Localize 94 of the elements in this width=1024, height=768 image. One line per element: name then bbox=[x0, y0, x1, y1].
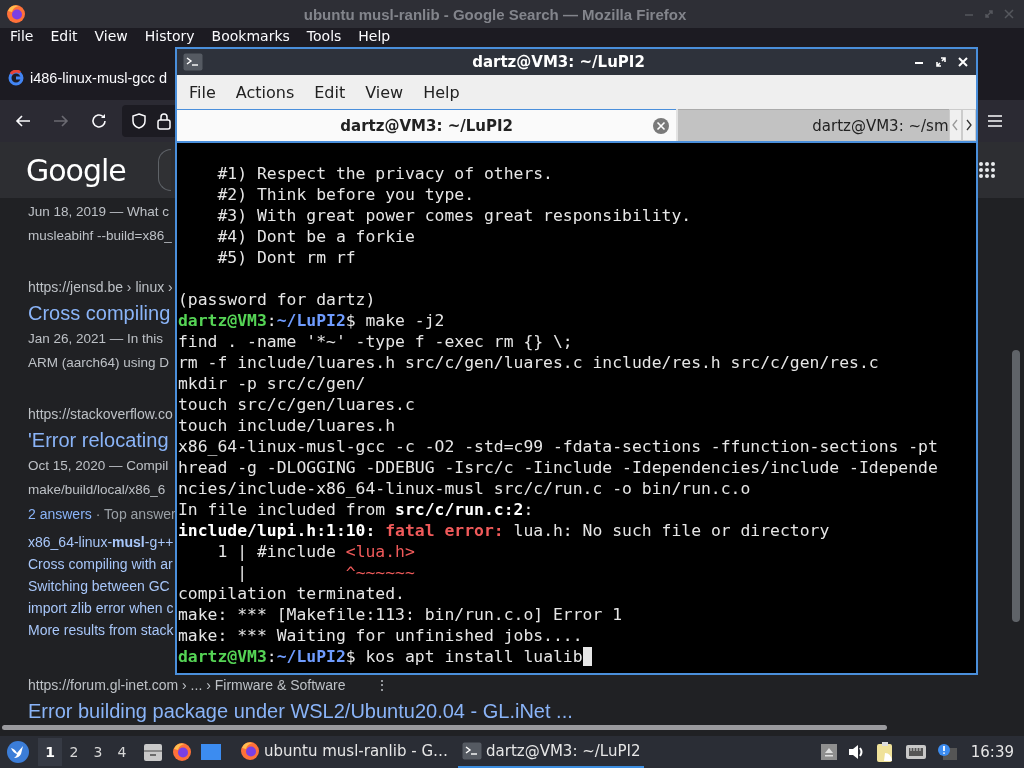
terminal-line: #4) Dont be a forkie bbox=[216, 226, 416, 247]
menu-item[interactable]: Help bbox=[352, 28, 397, 45]
terminal-line: include/lupi.h:1:10: fatal error: lua.h: No such file or directory bbox=[178, 520, 831, 541]
workspace-button[interactable]: 1 bbox=[38, 738, 62, 766]
terminal-line: #2) Think before you type. bbox=[216, 184, 476, 205]
browser-tab[interactable]: i486-linux-musl-gcc d bbox=[0, 59, 175, 96]
notification-icon[interactable] bbox=[936, 743, 957, 761]
result-sublink[interactable]: Cross compiling with ar bbox=[28, 553, 173, 575]
result-title[interactable]: 'Error relocating bbox=[28, 426, 169, 454]
menu-item[interactable]: Actions bbox=[227, 82, 303, 102]
terminal-icon bbox=[183, 53, 203, 71]
start-button[interactable] bbox=[6, 740, 30, 764]
result-sublink[interactable]: import zlib error when c bbox=[28, 597, 174, 619]
horizontal-scrollbar[interactable] bbox=[2, 725, 887, 730]
result-meta: · Top answer bbox=[95, 505, 176, 524]
terminal-line: 1 | #include <lua.h> bbox=[216, 541, 416, 562]
close-tab-icon[interactable] bbox=[652, 117, 671, 135]
taskbar-task[interactable]: dartz@VM3: ~/LuPI2 bbox=[458, 736, 645, 768]
result-snippet: musleabihf --build=x86_ bbox=[28, 227, 172, 245]
search-field[interactable] bbox=[158, 149, 171, 191]
network-icon[interactable] bbox=[904, 743, 927, 761]
terminal-line: ncies/include-x86_64-linux-musl src/c/run.c -o bin/run.c.o bbox=[178, 478, 752, 499]
result-sublink[interactable]: Switching between GC bbox=[28, 575, 170, 597]
firefox-icon[interactable] bbox=[172, 742, 192, 762]
result-snippet: Jan 26, 2021 — In this bbox=[28, 330, 164, 348]
terminal-line: mkdir -p src/c/gen/ bbox=[178, 373, 367, 394]
terminal-line: #3) With great power comes great responsibility. bbox=[216, 205, 693, 226]
volume-icon[interactable] bbox=[846, 743, 865, 761]
terminal-line: compilation terminated. bbox=[178, 583, 406, 604]
result-title[interactable]: Error building package under WSL2/Ubuntu20.04 - GL.iNet ... bbox=[28, 697, 573, 725]
menu-item[interactable]: File bbox=[181, 82, 224, 102]
terminal-icon bbox=[462, 742, 482, 760]
terminal-line: dartz@VM3:~/LuPI2$ kos apt install lualib bbox=[178, 646, 976, 667]
result-snippet: Jun 18, 2019 — What c bbox=[28, 203, 170, 221]
terminal-line: | ^~~~~~~ bbox=[236, 562, 416, 583]
terminal-line: touch include/luares.h bbox=[178, 415, 397, 436]
result-url: https://forum.gl-inet.com › ... › Firmware & Software bbox=[28, 676, 346, 695]
shield-icon[interactable] bbox=[130, 112, 148, 130]
vertical-scrollbar[interactable] bbox=[1012, 350, 1020, 622]
result-snippet: Oct 15, 2020 — Compil bbox=[28, 457, 169, 475]
result-snippet: ARM (aarch64) using D bbox=[28, 354, 170, 372]
menu-item[interactable]: View bbox=[88, 28, 134, 45]
terminal-line: (password for dartz) bbox=[178, 289, 377, 310]
more-button[interactable]: ⋮ bbox=[375, 673, 390, 697]
firefox-icon bbox=[6, 4, 26, 24]
site-icon bbox=[8, 69, 24, 86]
terminal-tab[interactable]: dartz@VM3: ~/sm bbox=[678, 109, 949, 141]
terminal-line: #1) Respect the privacy of others. bbox=[216, 163, 554, 184]
window-icon[interactable] bbox=[200, 742, 222, 762]
workspace-button[interactable]: 3 bbox=[86, 738, 110, 766]
taskbar-task[interactable]: ubuntu musl-ranlib - G… bbox=[236, 736, 452, 768]
terminal-line: make: *** Waiting for unfinished jobs.... bbox=[178, 625, 584, 646]
clipboard-icon[interactable] bbox=[874, 741, 895, 763]
window-title: ubuntu musl-ranlib - Google Search — Mozilla Firefox bbox=[302, 5, 688, 23]
result-title[interactable]: Cross compiling bbox=[28, 299, 171, 327]
terminal-line: make: *** [Makefile:113: bin/run.c.o] Error 1 bbox=[178, 604, 624, 625]
terminal-line: find . -name '*~' -type f -exec rm {} \; bbox=[178, 331, 574, 352]
lock-icon[interactable] bbox=[156, 112, 172, 130]
result-sublink[interactable]: More results from stack bbox=[28, 619, 174, 641]
menu-item[interactable]: Edit bbox=[44, 28, 84, 45]
menu-item[interactable]: Edit bbox=[306, 82, 354, 102]
file-drawer-icon[interactable] bbox=[142, 741, 164, 763]
apps-grid-icon[interactable] bbox=[978, 161, 996, 179]
eject-icon[interactable] bbox=[820, 744, 837, 760]
terminal-line: #5) Dont rm rf bbox=[216, 247, 357, 268]
menu-item[interactable]: View bbox=[357, 82, 412, 102]
terminal-line: x86_64-linux-musl-gcc -c -O2 -std=c99 -fdata-sections -ffunction-sections -pt bbox=[178, 436, 939, 457]
reload-icon[interactable] bbox=[90, 112, 108, 130]
terminal-line: rm -f include/luares.h src/c/gen/luares.c include/res.h src/c/gen/res.c bbox=[178, 352, 880, 373]
workspace-button[interactable]: 2 bbox=[62, 738, 86, 766]
terminal-tab[interactable]: dartz@VM3: ~/LuPI2 bbox=[177, 109, 677, 141]
clock: 16:39 bbox=[970, 743, 1014, 761]
google-logo: Google bbox=[26, 152, 127, 188]
firefox-icon bbox=[240, 741, 260, 761]
result-sublink[interactable]: x86_64-linux-musl-g++ bbox=[28, 531, 174, 553]
terminal-line: dartz@VM3:~/LuPI2$ make -j2 bbox=[178, 310, 446, 331]
answers-link[interactable]: 2 answers bbox=[28, 502, 92, 526]
address-bar[interactable] bbox=[122, 105, 177, 137]
menu-item[interactable]: Bookmarks bbox=[205, 28, 296, 45]
menu-icon[interactable] bbox=[986, 113, 1004, 129]
scroll-right-button[interactable] bbox=[962, 109, 976, 141]
chevron-right-icon[interactable] bbox=[965, 118, 974, 132]
menu-item[interactable]: File bbox=[4, 28, 40, 45]
result-url: https://jensd.be › linux › bbox=[28, 278, 173, 297]
workspace-button[interactable]: 4 bbox=[110, 738, 134, 766]
terminal-line: In file included from src/c/run.c:2: bbox=[178, 499, 535, 520]
result-snippet: make/build/local/x86_6 bbox=[28, 481, 166, 499]
menu-item[interactable]: History bbox=[138, 28, 201, 45]
terminal-line: touch src/c/gen/luares.c bbox=[178, 394, 416, 415]
menu-item[interactable]: Tools bbox=[300, 28, 348, 45]
window-title: dartz@VM3: ~/LuPI2 bbox=[471, 53, 646, 71]
menu-item[interactable]: Help bbox=[415, 82, 468, 102]
terminal-line: hread -g -DLOGGING -DDEBUG -Isrc/c -Iinclude -Idependencies/include -Idepende bbox=[178, 457, 939, 478]
result-url: https://stackoverflow.co bbox=[28, 405, 173, 424]
